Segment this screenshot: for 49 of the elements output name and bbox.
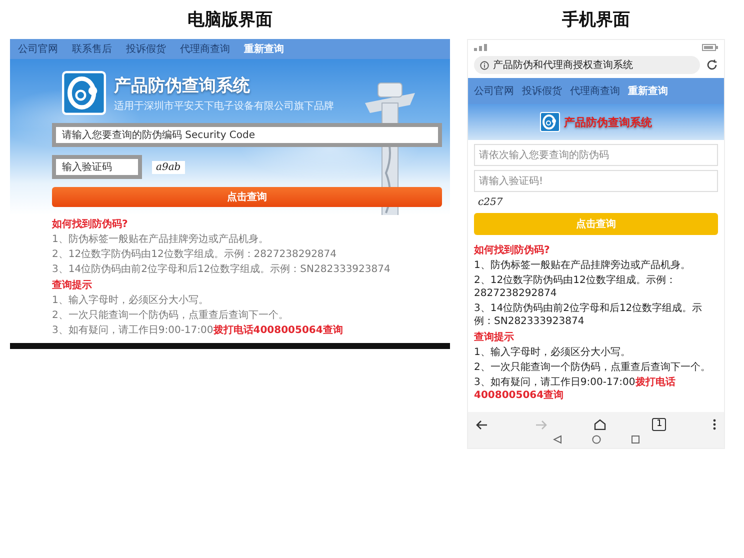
nav-tab[interactable]: 投诉假货 <box>522 84 562 98</box>
nav-tab[interactable]: 公司官网 <box>18 42 58 56</box>
section-title: 如何找到防伪码? <box>52 218 129 231</box>
back-icon[interactable] <box>476 420 488 430</box>
section-heading: 手机界面 <box>562 9 630 31</box>
nav-tab[interactable]: 代理商查询 <box>570 84 620 98</box>
info-line: 3、如有疑问，请工作日9:00-17:00拨打电话4008005064查询 <box>52 324 344 337</box>
nav-tab[interactable]: 重新查询 <box>628 84 668 98</box>
battery-icon <box>702 44 718 50</box>
section-title: 查询提示 <box>474 330 515 344</box>
tabs-button[interactable]: 1 <box>652 418 666 431</box>
captcha-text: a9ab <box>152 160 185 174</box>
info-line: 2、12位数字防伪码由12位数字组成。示例：2827238292874 <box>52 248 338 261</box>
reload-icon[interactable] <box>706 59 718 71</box>
info-line: 1、防伪标签一般贴在产品挂牌旁边或产品机身。 <box>474 259 692 272</box>
back-triangle-icon[interactable] <box>552 435 562 444</box>
section-title: 如何找到防伪码? <box>474 244 551 257</box>
site-title: 产品防伪查询系统 <box>564 114 652 130</box>
info-line: 1、防伪标签一般贴在产品挂牌旁边或产品机身。 <box>52 233 270 246</box>
home-circle-icon[interactable] <box>592 435 600 444</box>
page-title: 产品防伪和代理商授权查询系统 <box>493 58 633 72</box>
info-line: 2、一次只能查询一个防伪码，点重查后查询下一个。 <box>474 361 712 374</box>
query-button[interactable]: 点击查询 <box>52 187 442 207</box>
info-line: 3、14位防伪码由前2位字母和后12位数字组成。示例：SN282333923874 <box>52 263 392 276</box>
info-icon <box>480 60 489 70</box>
logo-icon <box>540 112 560 132</box>
nav-tab[interactable]: 代理商查询 <box>180 42 230 56</box>
section-heading: 电脑版界面 <box>188 9 272 31</box>
info-line: 1、输入字母时，必须区分大小写。 <box>52 294 210 307</box>
nav-tab[interactable]: 重新查询 <box>244 42 284 56</box>
code-input-field[interactable]: 请输入您要查询的防伪编码 Security Code <box>52 123 442 147</box>
info-line: 3、如有疑问，请工作日9:00-17:00拨打电话4008005064查询 <box>474 376 676 402</box>
captcha-input-field[interactable]: 输入验证码 <box>52 155 142 179</box>
nav-tab[interactable]: 公司官网 <box>474 84 514 98</box>
more-icon[interactable] <box>712 419 716 430</box>
info-line: 3、14位防伪码由前2位字母和后12位数字组成。示例：SN282333923874 <box>474 302 704 328</box>
info-line: 2、一次只能查询一个防伪码，点重查后查询下一个。 <box>52 309 290 322</box>
recent-square-icon[interactable] <box>630 435 640 444</box>
site-title: 产品防伪查询系统 <box>114 74 251 96</box>
info-line: 1、输入字母时，必须区分大小写。 <box>474 346 632 359</box>
nav-tab[interactable]: 投诉假货 <box>126 42 166 56</box>
site-subtitle: 适用于深圳市平安天下电子设备有限公司旗下品牌 <box>114 100 334 112</box>
home-icon[interactable] <box>594 419 606 430</box>
logo-icon <box>62 71 106 115</box>
section-title: 查询提示 <box>52 278 93 292</box>
address-bar[interactable]: 产品防伪和代理商授权查询系统 <box>474 56 700 74</box>
nav-tab[interactable]: 联系售后 <box>72 42 112 56</box>
signal-icon <box>474 44 487 50</box>
info-line: 2、12位数字防伪码由12位数字组成。示例：2827238292874 <box>474 274 677 300</box>
